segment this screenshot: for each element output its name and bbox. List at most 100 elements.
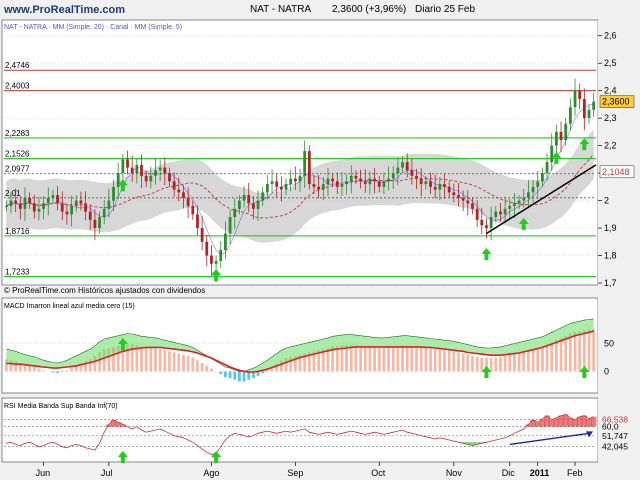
candle-body bbox=[74, 200, 78, 207]
macd-bar bbox=[429, 348, 432, 372]
candle-body bbox=[303, 151, 307, 176]
candle-body bbox=[60, 203, 64, 212]
macd-bar bbox=[363, 346, 367, 372]
macd-bar bbox=[452, 351, 456, 372]
macd-bar bbox=[238, 371, 241, 382]
macd-bar bbox=[438, 349, 442, 372]
candle-body bbox=[592, 101, 596, 110]
macd-bar bbox=[592, 328, 596, 372]
macd-bar bbox=[489, 358, 493, 372]
time-tick-label: Nov bbox=[446, 468, 463, 478]
candle-body bbox=[471, 203, 474, 209]
candle-body bbox=[135, 164, 139, 174]
candle-body bbox=[182, 192, 185, 198]
candle-body bbox=[126, 159, 129, 168]
macd-bar bbox=[23, 364, 27, 372]
macd-bar bbox=[578, 331, 582, 372]
time-tick-label: Dic bbox=[502, 468, 515, 478]
rsi-tick-label: 42,045 bbox=[602, 442, 628, 452]
candle-body bbox=[177, 189, 181, 193]
macd-bar bbox=[447, 350, 451, 372]
candle-body bbox=[154, 170, 157, 176]
macd-bar bbox=[265, 370, 269, 372]
candle-body bbox=[401, 162, 404, 168]
candle-body bbox=[396, 167, 400, 174]
last-price-tag: 2,3600 bbox=[602, 97, 630, 107]
candle-body bbox=[46, 197, 50, 204]
candle-body bbox=[433, 186, 437, 190]
candle-body bbox=[275, 181, 279, 187]
candle-body bbox=[573, 90, 577, 108]
candle-body bbox=[247, 195, 251, 204]
macd-bar bbox=[536, 347, 540, 372]
candle-body bbox=[531, 186, 535, 193]
macd-bar bbox=[531, 349, 535, 372]
macd-bar bbox=[158, 349, 162, 372]
macd-bar bbox=[373, 347, 376, 372]
legend-label: NAT - NATRA · MM (Simple, 20) · Canal · … bbox=[4, 24, 182, 31]
candle-body bbox=[307, 151, 311, 185]
time-tick-label: Oct bbox=[371, 468, 386, 478]
macd-bar bbox=[419, 347, 423, 372]
candle-body bbox=[93, 219, 97, 229]
candle-body bbox=[545, 162, 549, 174]
macd-bar bbox=[405, 345, 409, 372]
price-tick-label: 2,5 bbox=[604, 58, 617, 68]
macd-bar bbox=[200, 363, 204, 372]
candle-body bbox=[102, 208, 106, 218]
level-label: 1,7233 bbox=[5, 268, 30, 277]
macd-bar bbox=[494, 357, 498, 372]
time-tick-label: Sep bbox=[287, 468, 303, 478]
candle-body bbox=[88, 211, 92, 220]
level-label: 2,4003 bbox=[5, 82, 30, 91]
macd-bar bbox=[540, 346, 544, 372]
candle-body bbox=[554, 131, 558, 146]
candle-body bbox=[121, 159, 125, 174]
macd-bar bbox=[359, 345, 362, 372]
candle-body bbox=[559, 131, 563, 141]
macd-legend: MACD Imarron lineal azul media cero (15) bbox=[4, 303, 135, 310]
candle-body bbox=[289, 178, 293, 185]
candle-body bbox=[363, 181, 367, 185]
candle-body bbox=[312, 184, 316, 187]
candle-body bbox=[228, 217, 232, 234]
macd-bar bbox=[499, 356, 502, 372]
candle-body bbox=[238, 200, 241, 209]
candle-body bbox=[391, 173, 395, 179]
candle-body bbox=[527, 192, 530, 198]
macd-bar bbox=[186, 355, 190, 372]
candle-body bbox=[349, 175, 353, 182]
candle-body bbox=[536, 181, 540, 187]
candle-body bbox=[219, 250, 223, 262]
macd-bar bbox=[196, 360, 199, 372]
candle-body bbox=[70, 206, 73, 215]
time-tick-label: Jun bbox=[36, 468, 51, 478]
candle-body bbox=[140, 164, 143, 176]
candle-body bbox=[293, 178, 297, 182]
macd-bar bbox=[582, 330, 586, 372]
macd-bar bbox=[261, 371, 265, 374]
macd-bar bbox=[461, 353, 465, 372]
candle-body bbox=[265, 184, 269, 193]
level-label: 2,01 bbox=[5, 189, 21, 198]
macd-bar bbox=[545, 344, 549, 372]
candle-body bbox=[172, 181, 176, 190]
candle-body bbox=[522, 197, 526, 201]
price-tick-label: 1,7 bbox=[604, 278, 617, 288]
candle-body bbox=[452, 192, 456, 196]
macd-bar bbox=[377, 347, 381, 372]
price-tick-label: 1,8 bbox=[604, 251, 617, 261]
candle-body bbox=[205, 241, 209, 256]
candle-body bbox=[242, 195, 246, 201]
price-tick-label: 2,3 bbox=[604, 113, 617, 123]
rsi-tick-label: 66,538 bbox=[602, 414, 628, 424]
level-label: 2,0977 bbox=[5, 165, 30, 174]
macd-bar bbox=[587, 329, 591, 372]
candle-body bbox=[191, 206, 195, 215]
candle-body bbox=[149, 175, 153, 182]
macd-tick-label: 0 bbox=[604, 366, 609, 376]
macd-bar bbox=[224, 371, 227, 378]
macd-bar bbox=[401, 345, 404, 372]
macd-bar bbox=[466, 354, 470, 372]
candle-body bbox=[499, 211, 502, 215]
